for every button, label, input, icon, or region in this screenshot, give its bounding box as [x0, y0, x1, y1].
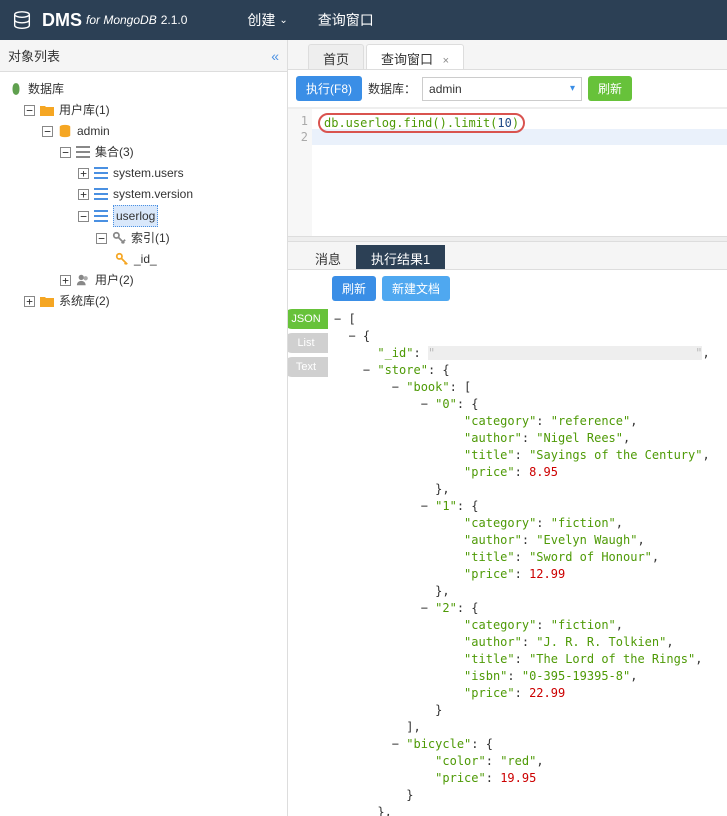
collection-icon [93, 208, 109, 224]
tree-toggle-icon[interactable]: + [24, 296, 35, 307]
tab-query-label: 查询窗口 [381, 52, 433, 67]
collection-group-icon [75, 144, 91, 160]
tree-system-db-label: 系统库(2) [59, 291, 110, 311]
object-tree: 数据库 − 用户库(1) − admin − 集合(3) [0, 72, 287, 318]
query-toolbar: 执行(F8) 数据库： admin ▾ 刷新 [288, 70, 727, 108]
view-tab-json[interactable]: JSON [288, 309, 328, 329]
tree-coll-system-version[interactable]: + system.version [4, 184, 283, 204]
result-refresh-button[interactable]: 刷新 [332, 276, 376, 301]
tree-root-database[interactable]: 数据库 [4, 79, 283, 99]
view-tab-list[interactable]: List [288, 333, 328, 353]
tree-toggle-icon[interactable]: + [78, 168, 89, 179]
tree-collections[interactable]: − 集合(3) [4, 142, 283, 162]
tree-index-id[interactable]: _id_ [4, 249, 283, 269]
tree-toggle-icon[interactable]: − [60, 147, 71, 158]
tree-indexes-label: 索引(1) [131, 228, 170, 248]
app-title: DMS [42, 10, 82, 31]
code-editor[interactable]: 1 2 db.userlog.find().limit(10) [288, 108, 727, 236]
view-tab-text[interactable]: Text [288, 357, 328, 377]
collapse-sidebar-button[interactable]: « [271, 48, 279, 64]
code-gutter: 1 2 [288, 109, 312, 236]
database-select[interactable]: admin ▾ [422, 77, 582, 101]
execute-button[interactable]: 执行(F8) [296, 76, 362, 101]
menu-query-window[interactable]: 查询窗口 [318, 10, 374, 30]
tab-query-window[interactable]: 查询窗口 × [366, 44, 464, 69]
app-header: DMS for MongoDB 2.1.0 创建 ⌄ 查询窗口 [0, 0, 727, 40]
tree-root-label: 数据库 [28, 79, 64, 99]
app-version: 2.1.0 [161, 13, 188, 27]
tab-home[interactable]: 首页 [308, 44, 364, 69]
view-tabs: JSON List Text [288, 307, 328, 816]
result-body: JSON List Text − [ − { "_id": " ", − "st… [288, 307, 727, 816]
result-toolbar: 刷新 新建文档 [288, 270, 727, 307]
result-tab-result1[interactable]: 执行结果1 [356, 245, 445, 269]
caret-down-icon: ▾ [570, 83, 575, 94]
tree-toggle-icon[interactable]: − [96, 233, 107, 244]
code-lines[interactable]: db.userlog.find().limit(10) [312, 109, 727, 236]
db-label: 数据库： [368, 80, 416, 97]
tree-indexes[interactable]: − 索引(1) [4, 228, 283, 248]
db-select-value: admin [429, 82, 462, 96]
caret-down-icon: ⌄ [279, 15, 287, 26]
folder-icon [39, 102, 55, 118]
new-document-button[interactable]: 新建文档 [382, 276, 450, 301]
tree-coll-version-label: system.version [113, 184, 193, 204]
users-icon [75, 272, 91, 288]
app-logo-icon [10, 8, 34, 32]
tree-coll-system-users[interactable]: + system.users [4, 163, 283, 183]
tree-toggle-icon[interactable]: − [24, 105, 35, 116]
tree-collections-label: 集合(3) [95, 142, 134, 162]
folder-icon [39, 293, 55, 309]
tree-user-db[interactable]: − 用户库(1) [4, 100, 283, 120]
tree-toggle-icon[interactable]: + [78, 189, 89, 200]
tree-users[interactable]: + 用户(2) [4, 270, 283, 290]
menu-create[interactable]: 创建 ⌄ [247, 10, 287, 30]
tree-index-id-label: _id_ [134, 249, 157, 269]
tree-user-db-label: 用户库(1) [59, 100, 110, 120]
database-icon [57, 123, 73, 139]
refresh-button[interactable]: 刷新 [588, 76, 632, 101]
close-tab-icon[interactable]: × [443, 55, 449, 67]
code-line-1: db.userlog.find().limit(10) [318, 113, 525, 133]
tree-admin-db[interactable]: − admin [4, 121, 283, 141]
gutter-line-2: 2 [292, 129, 308, 145]
tree-system-db[interactable]: + 系统库(2) [4, 291, 283, 311]
key-icon [114, 251, 130, 267]
sidebar: 对象列表 « 数据库 − 用户库(1) − admin [0, 40, 288, 816]
key-icon [111, 230, 127, 246]
tree-admin-label: admin [77, 121, 110, 141]
tree-coll-userlog[interactable]: − userlog [4, 205, 283, 227]
content-area: 首页 查询窗口 × 执行(F8) 数据库： admin ▾ 刷新 1 2 [288, 40, 727, 816]
menu-create-label: 创建 [247, 10, 275, 30]
tree-toggle-icon[interactable]: − [42, 126, 53, 137]
json-result-view[interactable]: − [ − { "_id": " ", − "store": { − "book… [328, 307, 727, 816]
tree-coll-users-label: system.users [113, 163, 184, 183]
sidebar-header: 对象列表 « [0, 40, 287, 72]
collection-icon [93, 165, 109, 181]
result-tab-message[interactable]: 消息 [300, 245, 356, 269]
gutter-line-1: 1 [292, 113, 308, 129]
tree-users-label: 用户(2) [95, 270, 134, 290]
tree-toggle-icon[interactable]: − [78, 211, 89, 222]
database-leaf-icon [8, 81, 24, 97]
tree-coll-userlog-label: userlog [113, 205, 158, 227]
collection-icon [93, 186, 109, 202]
tree-toggle-icon[interactable]: + [60, 275, 71, 286]
sidebar-title: 对象列表 [8, 46, 60, 65]
main-tabs: 首页 查询窗口 × [288, 40, 727, 70]
result-tabs: 消息 执行结果1 [288, 242, 727, 270]
app-subtitle: for MongoDB [86, 13, 157, 27]
